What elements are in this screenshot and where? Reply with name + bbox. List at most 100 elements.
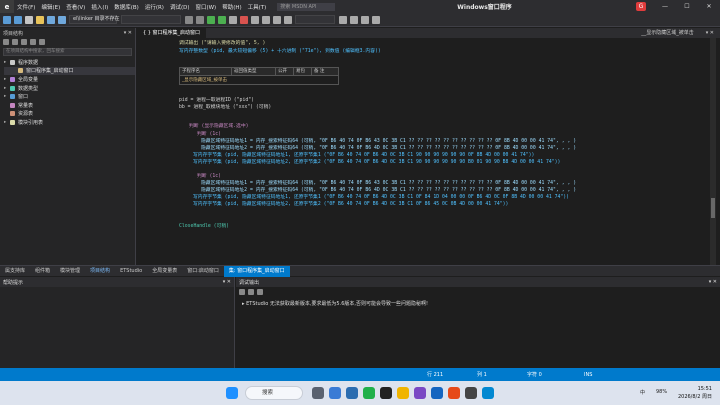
taskbar-search[interactable]: 搜索 bbox=[245, 386, 303, 400]
tree-item[interactable]: 资源表 bbox=[4, 110, 135, 119]
menu-view[interactable]: 查看(V) bbox=[63, 3, 88, 11]
menu-database[interactable]: 数据库(B) bbox=[111, 3, 142, 11]
save-all-icon[interactable] bbox=[58, 15, 66, 24]
tab-components[interactable]: 组件箱 bbox=[30, 266, 55, 277]
app-icon-5[interactable] bbox=[482, 387, 494, 399]
tab-close-icon[interactable]: ▾ ✕ bbox=[700, 28, 720, 38]
output-pin-icon[interactable]: ▾ ✕ bbox=[709, 279, 717, 285]
target-select[interactable] bbox=[121, 15, 181, 24]
uncomment-icon[interactable] bbox=[372, 15, 380, 24]
menu-tools[interactable]: 工具(T) bbox=[245, 3, 270, 11]
minimize-button[interactable]: — bbox=[654, 0, 676, 13]
tree-item[interactable]: ▸ 数据类型 bbox=[4, 84, 135, 93]
step-into-icon[interactable] bbox=[284, 15, 292, 24]
status-mode: INS bbox=[584, 371, 593, 378]
explorer-icon[interactable] bbox=[397, 387, 409, 399]
app-icon-4[interactable] bbox=[465, 387, 477, 399]
battery-indicator[interactable]: 98% bbox=[656, 389, 667, 395]
menu-run[interactable]: 运行(R) bbox=[142, 3, 167, 11]
save-icon[interactable] bbox=[47, 15, 55, 24]
menu-insert[interactable]: 插入(I) bbox=[88, 3, 111, 11]
close-button[interactable]: ✕ bbox=[698, 0, 720, 13]
breakpoint-icon[interactable] bbox=[262, 15, 270, 24]
copy-output-icon[interactable] bbox=[248, 289, 254, 295]
expand-all-icon[interactable] bbox=[12, 39, 18, 45]
clear-output-icon[interactable] bbox=[239, 289, 245, 295]
menu-edit[interactable]: 编辑(E) bbox=[38, 3, 63, 11]
tab-subroutine[interactable]: __显示隐藏区域_被单击 bbox=[635, 28, 700, 38]
tree-expander-icon[interactable]: ▸ bbox=[4, 60, 9, 65]
tab-program-set[interactable]: { } 窗口程序集_启动窗口 bbox=[137, 28, 207, 38]
app-icon[interactable] bbox=[414, 387, 426, 399]
tab-modules[interactable]: 模块管理 bbox=[55, 266, 85, 277]
tree-item[interactable]: ▸ 全局变量 bbox=[4, 75, 135, 84]
task-view-icon[interactable] bbox=[312, 387, 324, 399]
menu-file[interactable]: 文件(F) bbox=[14, 3, 38, 11]
app-icon-2[interactable] bbox=[431, 387, 443, 399]
menu-window[interactable]: 窗口(W) bbox=[192, 3, 219, 11]
new-file-icon[interactable] bbox=[25, 15, 33, 24]
scrollbar-thumb[interactable] bbox=[711, 198, 715, 218]
project-search-input[interactable]: 在项目结构中搜索，回车搜索 bbox=[3, 48, 132, 56]
tree-item[interactable]: 窗口程序集_启动窗口 bbox=[4, 66, 135, 76]
app-icon-3[interactable] bbox=[448, 387, 460, 399]
replace-icon[interactable] bbox=[350, 15, 358, 24]
editor-scrollbar[interactable] bbox=[710, 38, 716, 265]
run-debug-icon[interactable] bbox=[218, 15, 226, 24]
tab-project-structure[interactable]: 项目结构 bbox=[85, 266, 115, 277]
wrap-output-icon[interactable] bbox=[257, 289, 263, 295]
64-app-icon[interactable] bbox=[346, 387, 358, 399]
tree-item[interactable]: ▸ 程序数据 bbox=[4, 58, 135, 67]
help-title: 帮助提示 bbox=[3, 280, 24, 286]
filter-icon[interactable] bbox=[39, 39, 45, 45]
forward-icon[interactable] bbox=[14, 15, 22, 24]
tiktok-icon[interactable] bbox=[380, 387, 392, 399]
help-pin-icon[interactable]: ▾ ✕ bbox=[223, 279, 231, 285]
comment-icon[interactable] bbox=[361, 15, 369, 24]
tree-expander-icon[interactable]: ▸ bbox=[4, 94, 9, 99]
sort-icon[interactable] bbox=[30, 39, 36, 45]
start-icon[interactable] bbox=[226, 387, 238, 399]
maximize-button[interactable]: ☐ bbox=[676, 0, 698, 13]
taskbar-clock[interactable]: 15:51 2026/8/2 周日 bbox=[678, 385, 712, 401]
tree-node-icon bbox=[10, 119, 15, 125]
collapse-all-icon[interactable] bbox=[3, 39, 9, 45]
edge-icon[interactable] bbox=[329, 387, 341, 399]
tree-expander-icon[interactable]: ▸ bbox=[4, 77, 9, 82]
wechat-icon[interactable] bbox=[363, 387, 375, 399]
code-editor[interactable]: 调试输出 ("请输入要修改的值", 5, ) 写内存整数型 (pid, 最大较短… bbox=[137, 38, 710, 265]
app-window: e 文件(F) 编辑(E) 查看(V) 插入(I) 数据库(B) 运行(R) 调… bbox=[0, 0, 720, 405]
panel-pin-icon[interactable]: ▾ ✕ bbox=[124, 30, 132, 36]
refresh-icon[interactable] bbox=[21, 39, 27, 45]
msdn-search-input[interactable]: 搜索 MSDN API bbox=[277, 2, 336, 11]
menu-help[interactable]: 帮助(H) bbox=[219, 3, 244, 11]
ime-indicator[interactable]: 中 bbox=[640, 389, 645, 396]
step-icon[interactable] bbox=[229, 15, 237, 24]
run-icon[interactable] bbox=[207, 15, 215, 24]
bottom-tab-bar: 属支持库 组件箱 模块管理 项目结构 ETStudio 全局变量表 窗口:启动窗… bbox=[0, 265, 720, 277]
code-line: bb = 进程_取模块地址 ("xxx") (可稍) bbox=[179, 105, 272, 110]
account-badge[interactable]: G bbox=[636, 2, 646, 11]
stop-icon[interactable] bbox=[240, 15, 248, 24]
tab-window-start[interactable]: 窗口:启动窗口 bbox=[182, 266, 224, 277]
code-line: pid = 进程一取进程ID ("pid") bbox=[179, 98, 254, 103]
linker-select[interactable]: el\linker 目录不存在 bbox=[69, 15, 120, 24]
pause-icon[interactable] bbox=[251, 15, 259, 24]
tree-expander-icon[interactable]: ▸ bbox=[4, 86, 9, 91]
open-folder-icon[interactable] bbox=[36, 15, 44, 24]
menu-debug[interactable]: 调试(D) bbox=[167, 3, 193, 11]
tab-support-lib[interactable]: 属支持库 bbox=[0, 266, 30, 277]
settings-icon[interactable] bbox=[185, 15, 193, 24]
back-icon[interactable] bbox=[3, 15, 11, 24]
tab-program-set-active[interactable]: 集: 窗口程序集_启动窗口 bbox=[223, 265, 290, 277]
tab-etstudio[interactable]: ETStudio bbox=[115, 266, 147, 277]
tree-item[interactable]: ▸ 窗口 bbox=[4, 92, 135, 101]
find-icon[interactable] bbox=[339, 15, 347, 24]
build-icon[interactable] bbox=[196, 15, 204, 24]
tab-global-vars[interactable]: 全局变量表 bbox=[147, 266, 182, 277]
step-over-icon[interactable] bbox=[273, 15, 281, 24]
tree-item[interactable]: 常量表 bbox=[4, 101, 135, 110]
tree-item[interactable]: ▸ 模块引用表 bbox=[4, 118, 135, 127]
config-select[interactable] bbox=[295, 15, 335, 24]
tree-expander-icon[interactable]: ▸ bbox=[4, 120, 9, 125]
